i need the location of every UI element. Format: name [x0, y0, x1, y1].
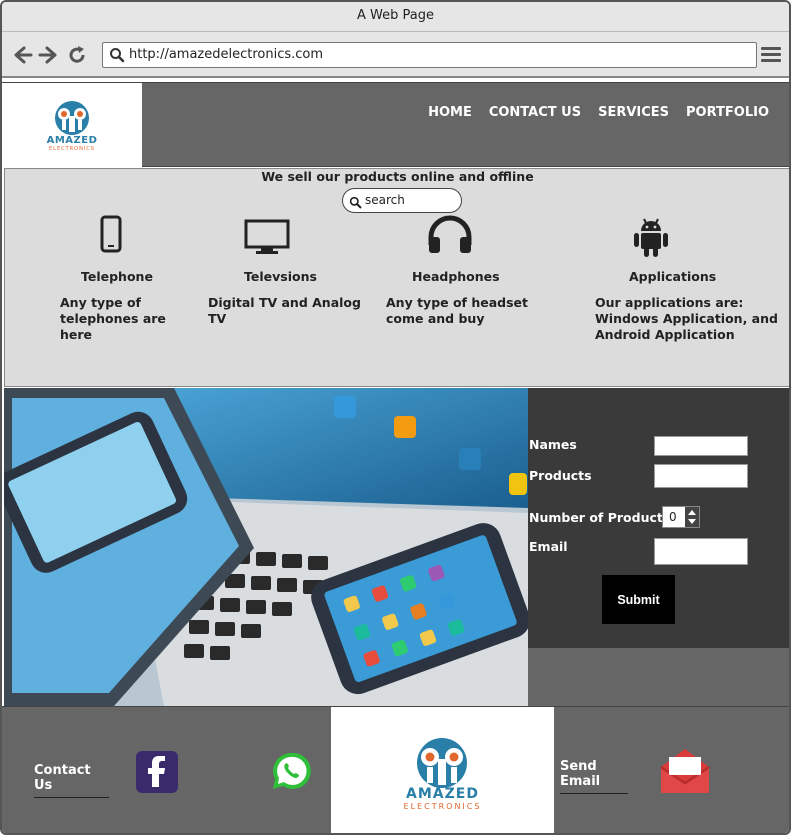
- category-desc: Our applications are: Windows Applicatio…: [595, 295, 778, 342]
- forward-icon[interactable]: [37, 44, 59, 66]
- email-envelope-icon[interactable]: [659, 747, 711, 801]
- category-desc: Digital TV and Analog TV: [208, 295, 361, 326]
- form-spacer: [528, 648, 789, 706]
- browser-window: A Web Page http://amazedelectronics.com: [0, 0, 791, 835]
- smartphone-icon: [100, 215, 122, 257]
- whatsapp-icon[interactable]: [270, 750, 312, 796]
- browser-toolbar: http://amazedelectronics.com: [2, 32, 789, 78]
- footer-logo-sub: ELECTRONICS: [403, 802, 482, 811]
- nav-portfolio[interactable]: PORTFOLIO: [686, 105, 769, 120]
- category-desc: Any type of headset come and buy: [386, 295, 529, 326]
- hamburger-menu-icon[interactable]: [761, 44, 781, 64]
- address-bar[interactable]: http://amazedelectronics.com: [102, 42, 757, 68]
- products-section: We sell our products online and offline …: [4, 168, 789, 387]
- address-url: http://amazedelectronics.com: [129, 47, 324, 62]
- category-name: Applications: [629, 269, 717, 284]
- amazed-logo-icon: [417, 738, 467, 788]
- category-desc: Any type of telephones are here: [60, 295, 166, 342]
- android-icon: [631, 215, 671, 263]
- monitor-icon: [244, 219, 290, 259]
- reload-icon[interactable]: [66, 44, 88, 66]
- category-name: Telephone: [81, 269, 153, 284]
- headphones-icon: [426, 215, 474, 259]
- nav-home[interactable]: HOME: [428, 105, 472, 120]
- window-title-bar: A Web Page: [2, 2, 789, 32]
- search-icon: [349, 194, 362, 217]
- search-input[interactable]: search: [342, 188, 462, 213]
- email-label: Email: [529, 539, 568, 554]
- search-placeholder: search: [365, 193, 405, 207]
- order-form: Names Products Number of Products 0 Emai…: [528, 388, 789, 648]
- send-email-link[interactable]: Send Email: [560, 759, 628, 794]
- contact-us-link[interactable]: Contact Us: [34, 763, 109, 798]
- site-footer: Contact Us AMAZED ELECTRONICS Send Email: [2, 706, 789, 833]
- nav-contact-us[interactable]: CONTACT US: [489, 105, 581, 120]
- submit-button[interactable]: Submit: [602, 575, 675, 624]
- products-tagline: We sell our products online and offline: [261, 169, 534, 184]
- logo-sub: ELECTRONICS: [49, 146, 95, 152]
- back-icon[interactable]: [12, 44, 34, 66]
- quantity-stepper[interactable]: 0: [662, 506, 700, 528]
- hero-image: [4, 388, 528, 706]
- category-name: Televsions: [244, 269, 317, 284]
- names-field[interactable]: [654, 436, 748, 456]
- nav-services[interactable]: SERVICES: [598, 105, 669, 120]
- logo-brand: AMAZED: [46, 135, 98, 146]
- footer-logo[interactable]: AMAZED ELECTRONICS: [331, 707, 554, 833]
- window-title: A Web Page: [357, 8, 434, 23]
- products-field[interactable]: [654, 464, 748, 488]
- quantity-value: 0: [669, 510, 677, 524]
- stepper-arrows-icon[interactable]: [685, 507, 699, 527]
- facebook-icon[interactable]: [136, 751, 178, 797]
- email-field[interactable]: [654, 538, 748, 565]
- products-label: Products: [529, 468, 592, 483]
- site-header: AMAZED ELECTRONICS HOME CONTACT US SERVI…: [2, 82, 789, 168]
- category-name: Headphones: [412, 269, 500, 284]
- names-label: Names: [529, 437, 577, 452]
- site-logo[interactable]: AMAZED ELECTRONICS: [2, 83, 142, 168]
- search-icon: [109, 47, 125, 72]
- number-of-products-label: Number of Products: [529, 510, 671, 525]
- amazed-logo-icon: [55, 101, 89, 135]
- footer-logo-brand: AMAZED: [406, 786, 479, 802]
- main-nav: HOME CONTACT US SERVICES PORTFOLIO: [428, 105, 769, 120]
